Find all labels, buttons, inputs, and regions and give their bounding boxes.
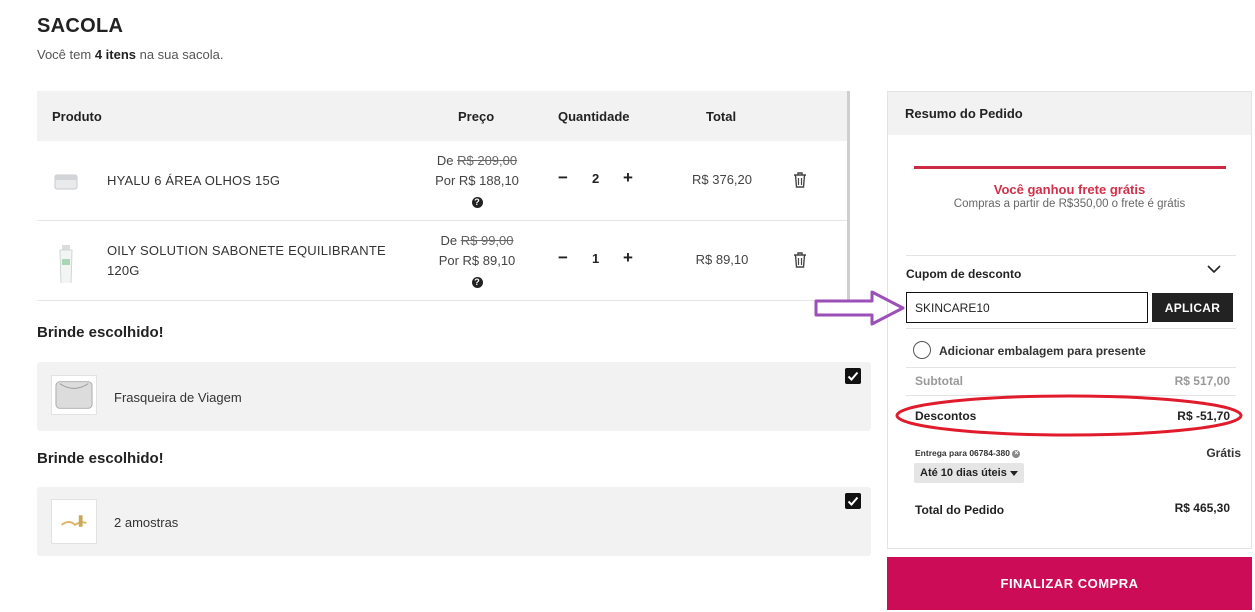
gift-item: 2 amostras	[37, 487, 871, 556]
delivery-option-select[interactable]: Até 10 dias úteis	[914, 463, 1024, 483]
coupon-label[interactable]: Cupom de desconto	[906, 267, 1021, 281]
product-name[interactable]: HYALU 6 ÁREA OLHOS 15G	[107, 171, 417, 191]
item-count: 4 itens	[94, 47, 136, 62]
gift-section-title: Brinde escolhido!	[37, 450, 164, 467]
divider	[906, 328, 1236, 329]
trash-icon[interactable]	[792, 251, 808, 269]
gift-name: 2 amostras	[114, 515, 179, 530]
price-from-label: De	[436, 153, 458, 168]
quantity-value: 2	[592, 171, 600, 186]
increase-button[interactable]: +	[623, 248, 633, 268]
header-quantity: Quantidade	[558, 109, 630, 124]
info-icon[interactable]: ×	[1012, 449, 1021, 458]
subtitle-prefix: Você tem	[37, 47, 95, 62]
gift-wrap-radio[interactable]	[913, 341, 931, 359]
free-shipping-title: Você ganhou frete grátis	[993, 182, 1146, 197]
price-current: Por R$ 89,10	[438, 253, 516, 268]
row-total: R$ 89,10	[695, 252, 749, 267]
checkbox-checked-icon[interactable]	[845, 493, 861, 509]
gift-item: Frasqueira de Viagem	[37, 362, 871, 431]
divider	[906, 255, 1236, 256]
question-icon[interactable]: ?	[471, 277, 483, 288]
table-row: OILY SOLUTION SABONETE EQUILIBRANTE 120G…	[37, 221, 850, 301]
gift-section-title: Brinde escolhido!	[37, 324, 164, 341]
price-from-label: De	[440, 233, 461, 248]
checkout-button[interactable]: FINALIZAR COMPRA	[887, 557, 1252, 610]
table-row: HYALU 6 ÁREA OLHOS 15G De R$ 209,00 Por …	[37, 141, 850, 221]
delivery-label-text: Entrega para 06784-380	[915, 448, 1010, 458]
price-old: R$ 99,00	[460, 233, 514, 248]
free-shipping-subtitle: Compras a partir de R$350,00 o frete é g…	[953, 198, 1186, 210]
price-cell: De R$ 99,00 Por R$ 89,10 ?	[417, 231, 537, 291]
cart-scrollbar[interactable]	[847, 91, 850, 301]
subtotal-value: R$ 517,00	[1174, 374, 1230, 388]
question-icon[interactable]: ?	[471, 197, 483, 208]
row-total: R$ 376,20	[692, 172, 752, 187]
product-image-hyalu[interactable]	[51, 163, 81, 199]
annotation-arrow-icon	[814, 290, 905, 326]
gift-name: Frasqueira de Viagem	[114, 390, 242, 405]
decrease-button[interactable]: −	[558, 168, 568, 188]
price-cell: De R$ 209,00 Por R$ 188,10 ?	[417, 151, 537, 211]
product-name[interactable]: OILY SOLUTION SABONETE EQUILIBRANTE 120G	[107, 241, 417, 281]
gift-image-samples	[51, 499, 97, 544]
cart-table: Produto Preço Quantidade Total HYALU 6 Á…	[37, 91, 850, 301]
free-shipping-progress-bar	[914, 166, 1226, 169]
header-total: Total	[706, 109, 737, 124]
cart-header: Produto Preço Quantidade Total	[37, 91, 850, 141]
annotation-highlight-ellipse	[895, 394, 1243, 437]
order-total-value: R$ 465,30	[1174, 501, 1230, 515]
price-old: R$ 209,00	[457, 153, 518, 168]
trash-icon[interactable]	[792, 171, 808, 189]
decrease-button[interactable]: −	[558, 248, 568, 268]
delivery-value: Grátis	[1206, 446, 1241, 460]
header-product: Produto	[52, 109, 102, 124]
checkbox-checked-icon[interactable]	[845, 368, 861, 384]
page-title: SACOLA	[37, 15, 124, 37]
summary-title: Resumo do Pedido	[888, 92, 1251, 135]
subtotal-label: Subtotal	[915, 374, 963, 388]
quantity-value: 1	[592, 251, 600, 266]
subtitle-suffix: na sua sacola.	[136, 47, 224, 62]
header-price: Preço	[458, 109, 495, 124]
gift-image-travel-bag	[51, 375, 97, 415]
price-current: Por R$ 188,10	[435, 173, 519, 188]
apply-coupon-button[interactable]: APLICAR	[1152, 293, 1233, 322]
chevron-down-icon[interactable]	[1207, 264, 1221, 274]
order-total-label: Total do Pedido	[915, 503, 1005, 517]
gift-wrap-label[interactable]: Adicionar embalagem para presente	[939, 344, 1146, 358]
order-summary: Resumo do Pedido Você ganhou frete gráti…	[887, 91, 1252, 549]
page-subtitle: Você tem 4 itens na sua sacola.	[37, 47, 223, 62]
coupon-input[interactable]	[906, 292, 1148, 323]
increase-button[interactable]: +	[623, 168, 633, 188]
divider	[906, 367, 1236, 368]
caret-down-icon	[1009, 470, 1018, 476]
delivery-label: Entrega para 06784-380 ×	[915, 448, 1021, 458]
product-image-oily-solution[interactable]	[51, 239, 81, 283]
delivery-option-text: Até 10 dias úteis	[920, 467, 1007, 479]
